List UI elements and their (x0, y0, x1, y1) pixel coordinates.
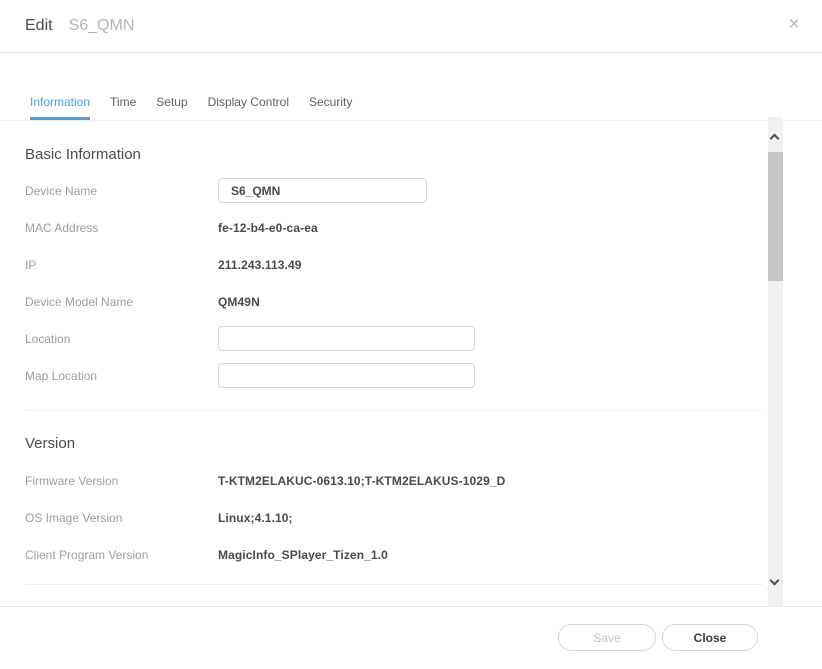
section-divider (25, 584, 762, 585)
mac-address-value: fe-12-b4-e0-ca-ea (218, 221, 318, 235)
chevron-down-icon[interactable] (768, 576, 783, 592)
row-os-image-version: OS Image Version Linux;4.1.10; (25, 499, 762, 536)
client-program-version-value: MagicInfo_SPlayer_Tizen_1.0 (218, 548, 388, 562)
device-name-input[interactable] (218, 178, 427, 203)
client-program-version-label: Client Program Version (25, 548, 218, 562)
map-location-input[interactable] (218, 363, 475, 388)
save-button[interactable]: Save (558, 624, 656, 651)
location-input[interactable] (218, 326, 475, 351)
map-location-label: Map Location (25, 369, 218, 383)
edit-device-dialog: Edit S6_QMN × Information Time Setup Dis… (0, 0, 822, 669)
device-name-label: Device Name (25, 184, 218, 198)
tab-security[interactable]: Security (309, 92, 352, 120)
tab-display-control[interactable]: Display Control (208, 92, 289, 120)
close-button[interactable]: Close (662, 624, 758, 651)
device-model-name-value: QM49N (218, 295, 260, 309)
tab-bar: Information Time Setup Display Control S… (0, 92, 822, 121)
section-divider (25, 410, 762, 411)
mac-address-label: MAC Address (25, 221, 218, 235)
tab-time[interactable]: Time (110, 92, 136, 120)
ip-label: IP (25, 258, 218, 272)
section-heading-basic-information: Basic Information (25, 146, 762, 163)
row-mac-address: MAC Address fe-12-b4-e0-ca-ea (25, 209, 762, 246)
row-client-program-version: Client Program Version MagicInfo_SPlayer… (25, 536, 762, 573)
firmware-version-value: T-KTM2ELAKUC-0613.10;T-KTM2ELAKUS-1029_D (218, 474, 505, 488)
close-icon[interactable]: × (783, 14, 805, 36)
ip-value: 211.243.113.49 (218, 258, 302, 272)
tab-information[interactable]: Information (30, 92, 90, 120)
row-firmware-version: Firmware Version T-KTM2ELAKUC-0613.10;T-… (25, 462, 762, 499)
location-label: Location (25, 332, 218, 346)
os-image-version-label: OS Image Version (25, 511, 218, 525)
firmware-version-label: Firmware Version (25, 474, 218, 488)
version-rows: Firmware Version T-KTM2ELAKUC-0613.10;T-… (25, 462, 762, 573)
row-device-name: Device Name (25, 172, 762, 209)
row-map-location: Map Location (25, 357, 762, 394)
device-model-name-label: Device Model Name (25, 295, 218, 309)
tab-setup[interactable]: Setup (156, 92, 187, 120)
dialog-header: Edit S6_QMN × (0, 0, 822, 53)
vertical-scrollbar[interactable] (768, 117, 783, 606)
dialog-device-title: S6_QMN (69, 17, 135, 35)
information-panel: Basic Information Device Name MAC Addres… (0, 121, 822, 607)
row-device-model-name: Device Model Name QM49N (25, 283, 762, 320)
chevron-up-icon[interactable] (768, 131, 783, 147)
scrollbar-thumb[interactable] (768, 152, 783, 281)
dialog-action-title: Edit (25, 17, 53, 35)
os-image-version-value: Linux;4.1.10; (218, 511, 293, 525)
row-location: Location (25, 320, 762, 357)
basic-information-rows: Device Name MAC Address fe-12-b4-e0-ca-e… (25, 172, 762, 394)
row-ip: IP 211.243.113.49 (25, 246, 762, 283)
section-heading-version: Version (25, 435, 762, 452)
